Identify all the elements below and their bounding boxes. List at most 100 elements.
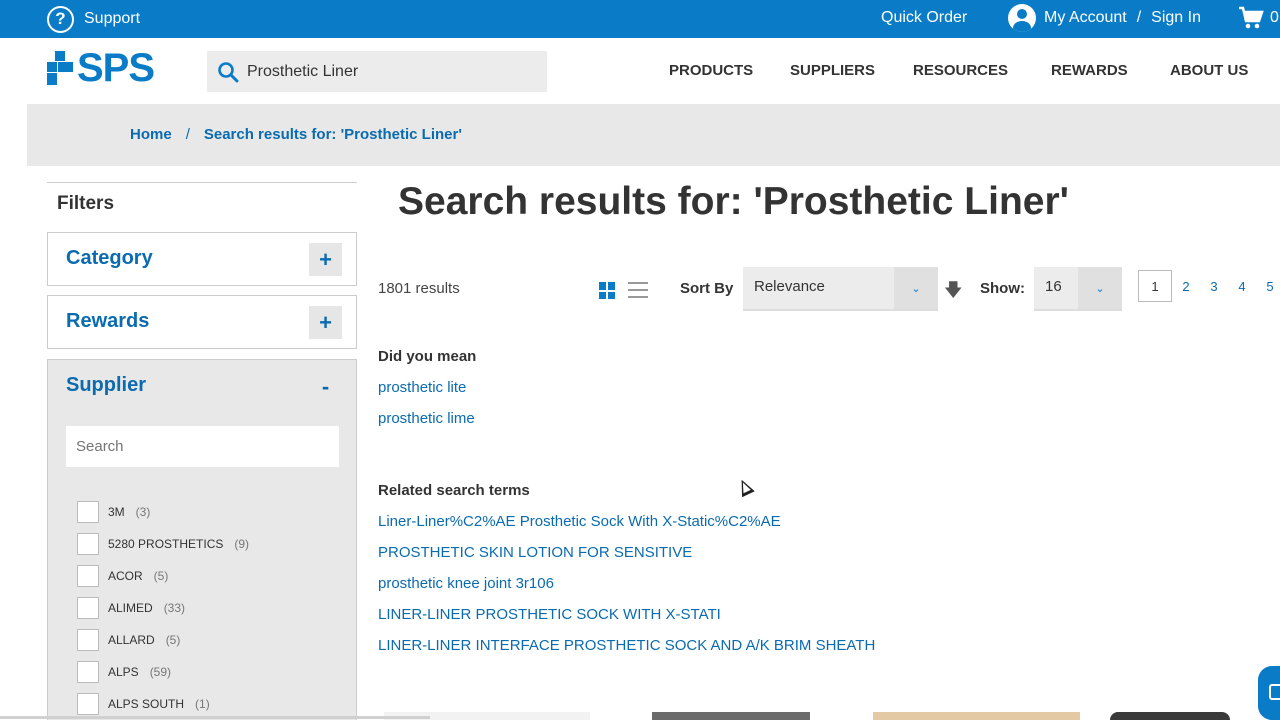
list-view-icon[interactable] [628, 282, 648, 299]
results-count: 1801 results [378, 280, 460, 297]
did-you-mean-link[interactable]: prosthetic lime [378, 410, 475, 427]
supplier-checkbox[interactable] [77, 629, 99, 651]
related-term-link[interactable]: PROSTHETIC SKIN LOTION FOR SENSITIVE [378, 544, 692, 561]
question-icon: ? [47, 5, 74, 33]
supplier-name: ALIMED [108, 601, 153, 615]
facet-rewards-expand-icon[interactable]: + [309, 306, 342, 339]
supplier-search-input[interactable] [66, 426, 339, 467]
sps-logo[interactable]: SPS [47, 46, 155, 90]
nav-resources[interactable]: RESOURCES [913, 62, 1051, 79]
related-term-link[interactable]: Liner-Liner%C2%AE Prosthetic Sock With X… [378, 513, 781, 530]
supplier-count: (33) [163, 601, 186, 615]
did-you-mean-link[interactable]: prosthetic lite [378, 379, 466, 396]
supplier-name: 5280 PROSTHETICS [108, 537, 224, 551]
supplier-name: ALPS SOUTH [108, 697, 185, 711]
page-1[interactable]: 1 [1138, 270, 1172, 302]
facet-category[interactable]: Category + [47, 232, 357, 286]
facet-rewards[interactable]: Rewards + [47, 295, 357, 349]
logo-text: SPS [77, 46, 155, 90]
show-label: Show: [980, 280, 1025, 297]
page-size-value: 16 [1045, 278, 1062, 295]
supplier-option[interactable]: ACOR (5) [77, 560, 249, 592]
support-label: Support [84, 10, 141, 27]
breadcrumb: Home / Search results for: 'Prosthetic L… [130, 126, 462, 143]
nav-products[interactable]: PRODUCTS [669, 62, 790, 79]
facet-category-label: Category [66, 247, 153, 269]
supplier-option[interactable]: 5280 PROSTHETICS (9) [77, 528, 249, 560]
page-2[interactable]: 2 [1172, 279, 1200, 294]
product-thumbnail[interactable] [1110, 712, 1230, 720]
supplier-checkbox[interactable] [77, 693, 99, 715]
supplier-option[interactable]: 3M (3) [77, 496, 249, 528]
site-search[interactable] [207, 51, 547, 92]
grid-view-icon[interactable] [599, 282, 616, 299]
sort-select[interactable]: Relevance ⌄ [743, 267, 938, 311]
nav-rewards[interactable]: REWARDS [1051, 62, 1170, 79]
horizontal-scrollbar[interactable] [0, 716, 430, 719]
site-header: SPS PRODUCTS SUPPLIERS RESOURCES REWARDS… [0, 38, 1280, 104]
supplier-checkbox[interactable] [77, 565, 99, 587]
sort-direction-arrow-icon[interactable]: 🡇 [944, 278, 963, 308]
page-5[interactable]: 5 [1256, 279, 1280, 294]
search-icon[interactable] [217, 61, 239, 83]
facet-supplier-collapse-icon[interactable]: - [309, 370, 342, 403]
mouse-cursor-icon [735, 476, 755, 498]
cart-icon [1239, 6, 1264, 29]
related-term-link[interactable]: LINER-LINER PROSTHETIC SOCK WITH X-STATI [378, 606, 721, 623]
supplier-name: ALPS [108, 665, 139, 679]
supplier-checkbox[interactable] [77, 533, 99, 555]
filters-title: Filters [47, 182, 357, 215]
supplier-option[interactable]: ALIMED (33) [77, 592, 249, 624]
supplier-name: 3M [108, 505, 125, 519]
page-size-select[interactable]: 16 ⌄ [1034, 267, 1122, 311]
account-separator: / [1136, 9, 1142, 26]
facet-supplier[interactable]: Supplier - [47, 359, 357, 413]
facet-category-expand-icon[interactable]: + [309, 243, 342, 276]
breadcrumb-separator: / [185, 126, 190, 143]
supplier-checkbox[interactable] [77, 597, 99, 619]
supplier-checkbox[interactable] [77, 501, 99, 523]
cart-link[interactable]: 0 [1238, 6, 1279, 30]
supplier-option[interactable]: ALLARD (5) [77, 624, 249, 656]
my-account-link[interactable]: My Account [1044, 9, 1127, 27]
top-bar: ? Support Quick Order My Account / Sign … [0, 0, 1280, 38]
supplier-count: (3) [135, 505, 151, 519]
nav-suppliers[interactable]: SUPPLIERS [790, 62, 913, 79]
supplier-panel: 3M (3) 5280 PROSTHETICS (9) ACOR (5) ALI… [47, 412, 357, 720]
supplier-option[interactable]: ALPS (59) [77, 656, 249, 688]
nav-about-us[interactable]: ABOUT US [1170, 62, 1280, 79]
related-term-link[interactable]: LINER-LINER INTERFACE PROSTHETIC SOCK AN… [378, 637, 875, 654]
pagination: 1 2 3 4 5 [1138, 270, 1280, 302]
sign-in-link[interactable]: Sign In [1151, 9, 1201, 27]
chevron-down-icon[interactable]: ⌄ [1078, 267, 1122, 309]
page-title: Search results for: 'Prosthetic Liner' [398, 180, 1069, 223]
chevron-down-icon[interactable]: ⌄ [894, 267, 938, 309]
main-nav: PRODUCTS SUPPLIERS RESOURCES REWARDS ABO… [669, 62, 1280, 79]
product-thumbnail[interactable] [652, 712, 810, 720]
related-terms-title: Related search terms [378, 482, 530, 499]
related-term-link[interactable]: prosthetic knee joint 3r106 [378, 575, 554, 592]
supplier-count: (5) [165, 633, 181, 647]
facet-rewards-label: Rewards [66, 310, 150, 332]
supplier-count: (9) [234, 537, 250, 551]
facet-supplier-label: Supplier [66, 374, 147, 396]
search-input[interactable] [247, 62, 537, 81]
did-you-mean-title: Did you mean [378, 348, 477, 365]
supplier-count: (5) [153, 569, 169, 583]
breadcrumb-home[interactable]: Home [130, 126, 172, 143]
cart-count: 0 [1270, 9, 1279, 26]
logo-cross-icon [47, 51, 73, 85]
sort-by-label: Sort By [680, 280, 734, 297]
chat-widget-icon[interactable] [1258, 666, 1280, 720]
quick-order-link[interactable]: Quick Order [881, 9, 967, 27]
support-link[interactable]: ? Support [47, 4, 140, 34]
product-thumbnail[interactable] [873, 712, 1080, 720]
page-4[interactable]: 4 [1228, 279, 1256, 294]
supplier-name: ALLARD [108, 633, 155, 647]
breadcrumb-current[interactable]: Search results for: 'Prosthetic Liner' [204, 126, 462, 143]
user-icon[interactable] [1008, 4, 1036, 32]
supplier-checkbox[interactable] [77, 661, 99, 683]
page-3[interactable]: 3 [1200, 279, 1228, 294]
supplier-list: 3M (3) 5280 PROSTHETICS (9) ACOR (5) ALI… [77, 496, 249, 720]
breadcrumb-bar: Home / Search results for: 'Prosthetic L… [27, 104, 1280, 166]
